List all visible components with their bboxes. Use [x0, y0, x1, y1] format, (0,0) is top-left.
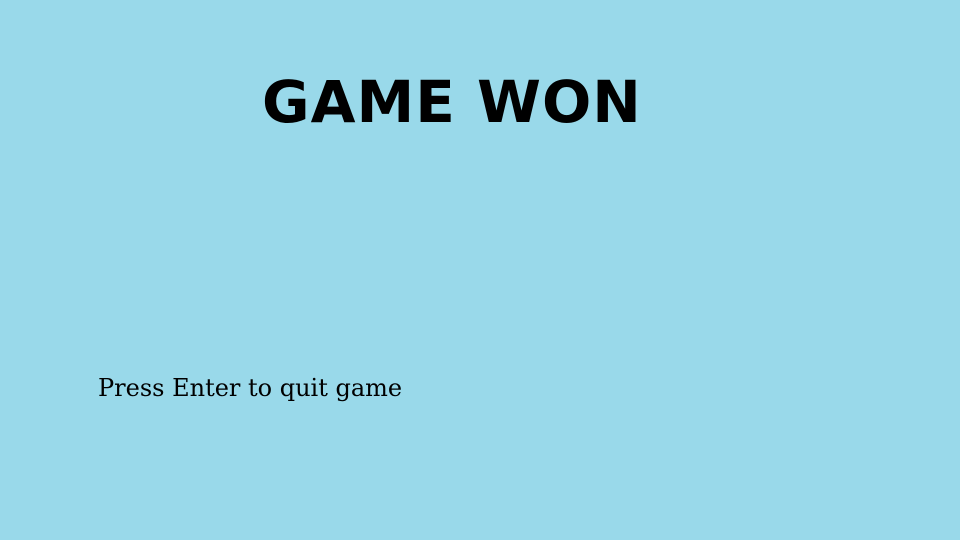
- quit-game-prompt: Press Enter to quit game: [98, 374, 403, 402]
- game-won-title: GAME WON: [262, 68, 642, 136]
- game-won-screen: GAME WON Press Enter to quit game: [0, 0, 960, 540]
